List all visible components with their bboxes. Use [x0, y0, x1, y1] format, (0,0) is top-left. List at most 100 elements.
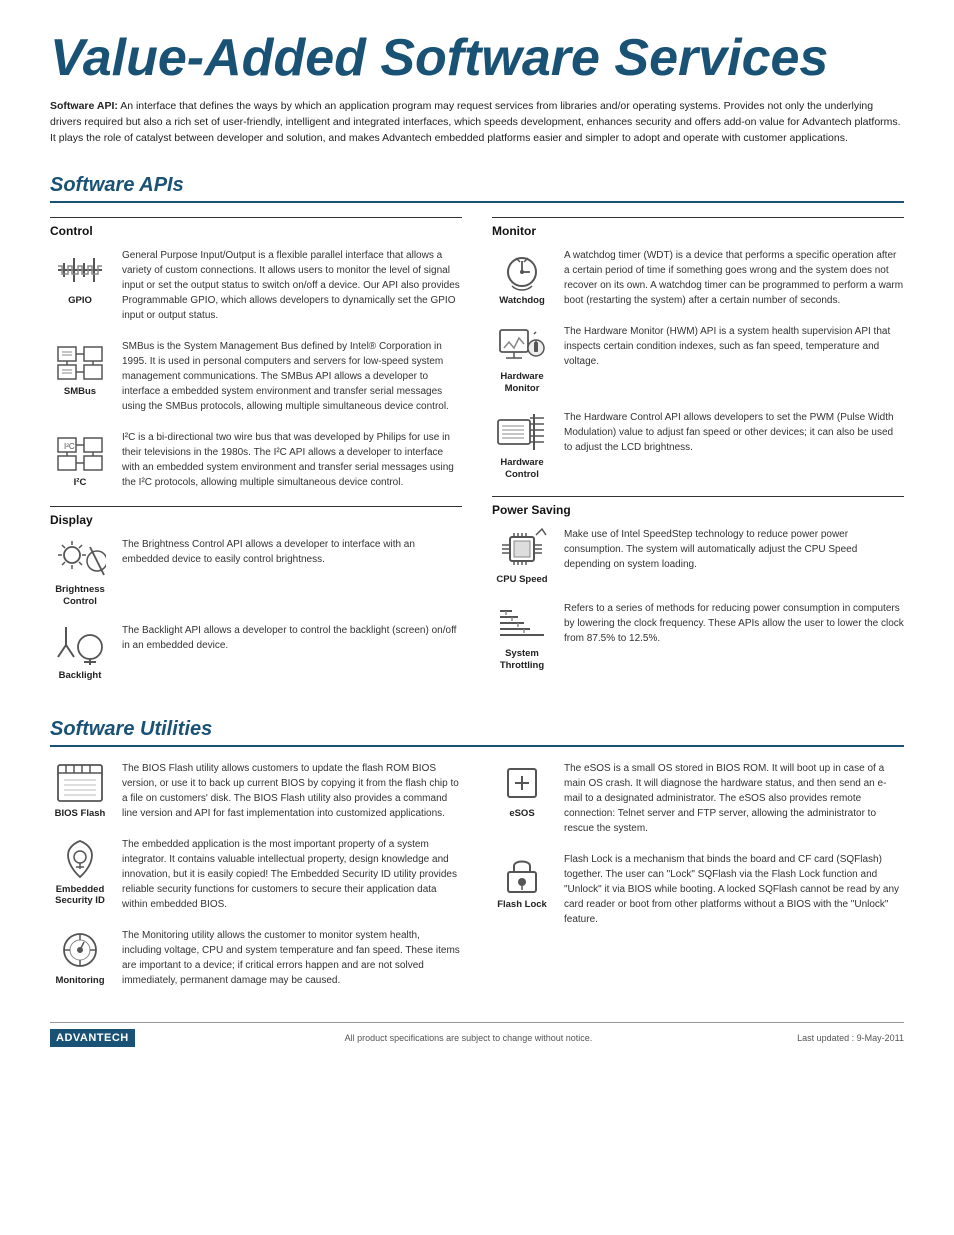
- hw-control-desc: The Hardware Control API allows develope…: [564, 410, 904, 455]
- hw-control-icon: [496, 410, 548, 454]
- intro-text: An interface that defines the ways by wh…: [50, 100, 901, 144]
- bios-flash-icon: [54, 761, 106, 805]
- software-utilities-title: Software Utilities: [50, 718, 904, 747]
- watchdog-icon-wrap: Watchdog: [492, 248, 552, 306]
- esos-label: eSOS: [509, 808, 534, 819]
- list-item: EmbeddedSecurity ID The embedded applica…: [50, 837, 462, 912]
- footer-updated: Last updated : 9-May-2011: [797, 1033, 904, 1043]
- power-saving-section: Power Saving: [492, 496, 904, 671]
- control-column: Control: [50, 217, 462, 697]
- bios-flash-icon-wrap: BIOS Flash: [50, 761, 110, 819]
- main-title: Value-Added Software Services: [50, 30, 904, 87]
- throttling-icon: [496, 601, 548, 645]
- gpio-desc: General Purpose Input/Output is a flexib…: [122, 248, 462, 323]
- brightness-icon: [54, 537, 106, 581]
- control-title: Control: [50, 224, 462, 238]
- esos-icon: [496, 761, 548, 805]
- monitor-section: Monitor: [492, 217, 904, 480]
- brightness-icon-wrap: BrightnessControl: [50, 537, 110, 607]
- cpu-speed-desc: Make use of Intel SpeedStep technology t…: [564, 527, 904, 572]
- display-title: Display: [50, 513, 462, 527]
- intro-label: Software API:: [50, 100, 118, 112]
- throttling-icon-wrap: SystemThrottling: [492, 601, 552, 671]
- page: Value-Added Software Services Software A…: [0, 0, 954, 1067]
- i2c-icon-wrap: I²C I²C: [50, 430, 110, 488]
- flash-lock-desc: Flash Lock is a mechanism that binds the…: [564, 852, 904, 927]
- security-id-icon: [54, 837, 106, 881]
- monitor-column: Monitor: [492, 217, 904, 697]
- hw-monitor-desc: The Hardware Monitor (HWM) API is a syst…: [564, 324, 904, 369]
- backlight-desc: The Backlight API allows a developer to …: [122, 623, 462, 653]
- hw-monitor-icon: [496, 324, 548, 368]
- list-item: BIOS Flash The BIOS Flash utility allows…: [50, 761, 462, 821]
- monitoring-desc: The Monitoring utility allows the custom…: [122, 928, 462, 988]
- brightness-label: BrightnessControl: [55, 584, 105, 607]
- watchdog-desc: A watchdog timer (WDT) is a device that …: [564, 248, 904, 308]
- monitoring-icon-wrap: Monitoring: [50, 928, 110, 986]
- smbus-desc: SMBus is the System Management Bus defin…: [122, 339, 462, 414]
- control-section: Control: [50, 217, 462, 490]
- list-item: BrightnessControl The Brightness Control…: [50, 537, 462, 607]
- smbus-label: SMBus: [64, 386, 96, 397]
- list-item: Flash Lock Flash Lock is a mechanism tha…: [492, 852, 904, 927]
- smbus-icon: [54, 339, 106, 383]
- flash-lock-icon: [496, 852, 548, 896]
- watchdog-label: Watchdog: [499, 295, 545, 306]
- list-item: I²C I²C I²C is a bi-directional two wire…: [50, 430, 462, 490]
- list-item: SystemThrottling Refers to a series of m…: [492, 601, 904, 671]
- brightness-desc: The Brightness Control API allows a deve…: [122, 537, 462, 567]
- list-item: eSOS The eSOS is a small OS stored in BI…: [492, 761, 904, 836]
- apis-grid: Control: [50, 217, 904, 697]
- logo-text: ADVANTECH: [56, 1032, 129, 1044]
- list-item: SMBus SMBus is the System Management Bus…: [50, 339, 462, 414]
- hw-control-icon-wrap: HardwareControl: [492, 410, 552, 480]
- bios-flash-desc: The BIOS Flash utility allows customers …: [122, 761, 462, 821]
- security-id-icon-wrap: EmbeddedSecurity ID: [50, 837, 110, 907]
- hw-control-label: HardwareControl: [500, 457, 543, 480]
- svg-text:I²C: I²C: [64, 442, 75, 451]
- intro-paragraph: Software API: An interface that defines …: [50, 99, 904, 146]
- backlight-icon-wrap: Backlight: [50, 623, 110, 681]
- throttling-label: SystemThrottling: [500, 648, 544, 671]
- gpio-label: GPIO: [68, 295, 92, 306]
- i2c-label: I²C: [74, 477, 87, 488]
- esos-icon-wrap: eSOS: [492, 761, 552, 819]
- list-item: HardwareControl The Hardware Control API…: [492, 410, 904, 480]
- power-saving-title: Power Saving: [492, 503, 904, 517]
- throttling-desc: Refers to a series of methods for reduci…: [564, 601, 904, 646]
- list-item: GPIO General Purpose Input/Output is a f…: [50, 248, 462, 323]
- software-apis-title: Software APIs: [50, 174, 904, 203]
- footer-disclaimer: All product specifications are subject t…: [345, 1033, 593, 1043]
- footer: ADVANTECH All product specifications are…: [50, 1022, 904, 1047]
- backlight-label: Backlight: [59, 670, 102, 681]
- utilities-left-column: BIOS Flash The BIOS Flash utility allows…: [50, 761, 462, 1004]
- list-item: HardwareMonitor The Hardware Monitor (HW…: [492, 324, 904, 394]
- esos-desc: The eSOS is a small OS stored in BIOS RO…: [564, 761, 904, 836]
- watchdog-icon: [496, 248, 548, 292]
- flash-lock-label: Flash Lock: [497, 899, 547, 910]
- bios-flash-label: BIOS Flash: [55, 808, 106, 819]
- i2c-icon: I²C: [54, 430, 106, 474]
- cpu-speed-label: CPU Speed: [496, 574, 547, 585]
- advantech-logo: ADVANTECH: [50, 1029, 140, 1047]
- logo-box: ADVANTECH: [50, 1029, 135, 1047]
- security-id-desc: The embedded application is the most imp…: [122, 837, 462, 912]
- list-item: CPU Speed Make use of Intel SpeedStep te…: [492, 527, 904, 585]
- hw-monitor-label: HardwareMonitor: [500, 371, 543, 394]
- monitor-title: Monitor: [492, 224, 904, 238]
- cpu-speed-icon-wrap: CPU Speed: [492, 527, 552, 585]
- security-id-label: EmbeddedSecurity ID: [55, 884, 105, 907]
- i2c-desc: I²C is a bi-directional two wire bus tha…: [122, 430, 462, 490]
- monitoring-label: Monitoring: [55, 975, 104, 986]
- utilities-right-column: eSOS The eSOS is a small OS stored in BI…: [492, 761, 904, 1004]
- gpio-icon-wrap: GPIO: [50, 248, 110, 306]
- display-section: Display: [50, 506, 462, 681]
- software-utilities-section: Software Utilities: [50, 718, 904, 1004]
- hw-monitor-icon-wrap: HardwareMonitor: [492, 324, 552, 394]
- list-item: Monitoring The Monitoring utility allows…: [50, 928, 462, 988]
- list-item: Backlight The Backlight API allows a dev…: [50, 623, 462, 681]
- gpio-icon: [54, 248, 106, 292]
- backlight-icon: [54, 623, 106, 667]
- list-item: Watchdog A watchdog timer (WDT) is a dev…: [492, 248, 904, 308]
- cpu-speed-icon: [496, 527, 548, 571]
